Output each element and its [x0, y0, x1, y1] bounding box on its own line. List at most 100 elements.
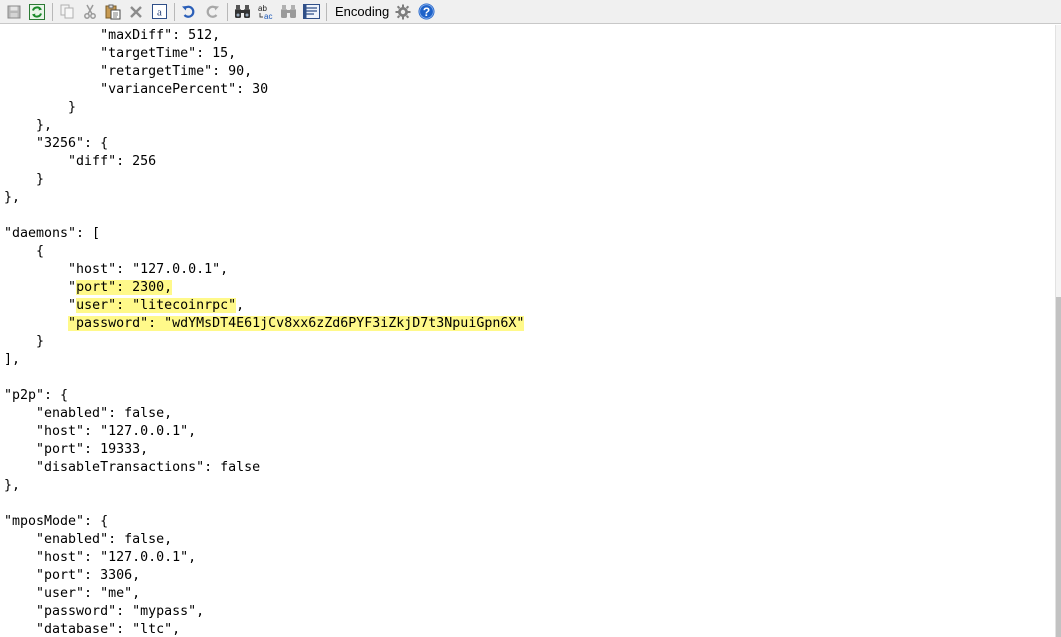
replace-icon: ab ac [257, 3, 274, 20]
help-icon: ? [418, 3, 435, 20]
encoding-label[interactable]: Encoding [335, 4, 389, 19]
code-text: } [4, 334, 45, 349]
toolbar-separator [326, 2, 327, 21]
settings-gear-icon [395, 4, 411, 20]
code-text: "disableTransactions": false [4, 460, 261, 475]
code-text: "port": 19333, [4, 442, 149, 457]
code-text: }, [4, 190, 21, 205]
toolbar-separator [52, 2, 53, 21]
code-text: "variancePercent": 30 [4, 82, 269, 97]
copy-icon [60, 4, 74, 19]
cut-icon [83, 4, 97, 19]
select-all-button[interactable]: a [149, 2, 169, 22]
code-line[interactable]: "enabled": false, [4, 531, 524, 549]
code-text: "retargetTime": 90, [4, 64, 253, 79]
svg-text:?: ? [423, 5, 430, 19]
refresh-icon [29, 3, 45, 20]
code-text: } [4, 100, 77, 115]
paste-icon [105, 4, 121, 20]
copy-button[interactable] [57, 2, 77, 22]
code-text: "p2p": { [4, 388, 69, 403]
code-line[interactable]: } [4, 99, 524, 117]
undo-button[interactable] [179, 2, 199, 22]
code-text: "host": "127.0.0.1", [4, 550, 197, 565]
code-line[interactable]: "host": "127.0.0.1", [4, 549, 524, 567]
toolbar: a ab ac Encoding ? [0, 0, 1061, 24]
search-highlight: port": 2300, [76, 280, 173, 295]
code-line[interactable]: "p2p": { [4, 387, 524, 405]
code-text: "port": 3306, [4, 568, 141, 583]
paste-button[interactable] [103, 2, 123, 22]
code-content[interactable]: "maxDiff": 512, "targetTime": 15, "retar… [4, 27, 525, 637]
code-text: "diff": 256 [4, 154, 157, 169]
find-next-button[interactable] [278, 2, 298, 22]
replace-button[interactable]: ab ac [255, 2, 275, 22]
code-line[interactable] [4, 495, 524, 513]
redo-button[interactable] [202, 2, 222, 22]
vertical-scrollbar[interactable] [1055, 25, 1061, 637]
code-line[interactable]: "maxDiff": 512, [4, 27, 524, 45]
code-text: " [4, 280, 77, 295]
toolbar-separator [174, 2, 175, 21]
code-text: { [4, 244, 45, 259]
save-button[interactable] [4, 2, 24, 22]
settings-button[interactable] [393, 2, 413, 22]
code-line[interactable]: }, [4, 117, 524, 135]
code-line[interactable]: "host": "127.0.0.1", [4, 423, 524, 441]
code-text: "enabled": false, [4, 406, 173, 421]
code-line[interactable]: "user": "litecoinrpc", [4, 297, 524, 315]
help-button[interactable]: ? [416, 2, 436, 22]
code-line[interactable]: "database": "ltc", [4, 621, 524, 637]
find-next-icon [280, 4, 297, 20]
code-text: "3256": { [4, 136, 109, 151]
refresh-button[interactable] [27, 2, 47, 22]
text-editor[interactable]: "maxDiff": 512, "targetTime": 15, "retar… [0, 25, 1055, 637]
code-line[interactable]: "daemons": [ [4, 225, 524, 243]
word-wrap-icon [302, 4, 320, 19]
code-line[interactable]: } [4, 171, 524, 189]
code-text: ], [4, 352, 21, 367]
find-button[interactable] [232, 2, 252, 22]
code-text: "user": "me", [4, 586, 141, 601]
code-line[interactable]: "password": "mypass", [4, 603, 524, 621]
code-line[interactable] [4, 207, 524, 225]
code-line[interactable]: "variancePercent": 30 [4, 81, 524, 99]
cut-button[interactable] [80, 2, 100, 22]
code-line[interactable]: "targetTime": 15, [4, 45, 524, 63]
code-line[interactable]: ], [4, 351, 524, 369]
code-line[interactable]: "retargetTime": 90, [4, 63, 524, 81]
scrollbar-thumb[interactable] [1056, 297, 1061, 637]
delete-button[interactable] [126, 2, 146, 22]
code-line[interactable]: "3256": { [4, 135, 524, 153]
code-text: "daemons": [ [4, 226, 101, 241]
word-wrap-button[interactable] [301, 2, 321, 22]
code-line[interactable]: }, [4, 189, 524, 207]
code-line[interactable]: "port": 2300, [4, 279, 524, 297]
code-text: "database": "ltc", [4, 622, 181, 637]
code-text: }, [4, 118, 53, 133]
code-line[interactable] [4, 369, 524, 387]
search-highlight: "password": "wdYMsDT4E61jCv8xx6zZd6PYF3i… [68, 316, 525, 331]
code-text: "enabled": false, [4, 532, 173, 547]
code-line[interactable]: "port": 3306, [4, 567, 524, 585]
search-highlight: user": "litecoinrpc" [76, 298, 237, 313]
code-line[interactable]: "mposMode": { [4, 513, 524, 531]
code-text: "mposMode": { [4, 514, 109, 529]
code-line[interactable]: "password": "wdYMsDT4E61jCv8xx6zZd6PYF3i… [4, 315, 525, 333]
code-text: "host": "127.0.0.1", [4, 262, 229, 277]
redo-icon [204, 4, 220, 20]
code-line[interactable]: "host": "127.0.0.1", [4, 261, 524, 279]
undo-icon [181, 4, 197, 20]
code-line[interactable]: "port": 19333, [4, 441, 524, 459]
code-line[interactable]: "diff": 256 [4, 153, 524, 171]
code-text: "maxDiff": 512, [4, 28, 221, 43]
code-line[interactable]: } [4, 333, 524, 351]
code-line[interactable]: "user": "me", [4, 585, 524, 603]
code-line[interactable]: }, [4, 477, 524, 495]
code-line[interactable]: "enabled": false, [4, 405, 524, 423]
code-line[interactable]: { [4, 243, 524, 261]
code-text: }, [4, 478, 21, 493]
save-icon [7, 5, 21, 19]
code-line[interactable]: "disableTransactions": false [4, 459, 524, 477]
